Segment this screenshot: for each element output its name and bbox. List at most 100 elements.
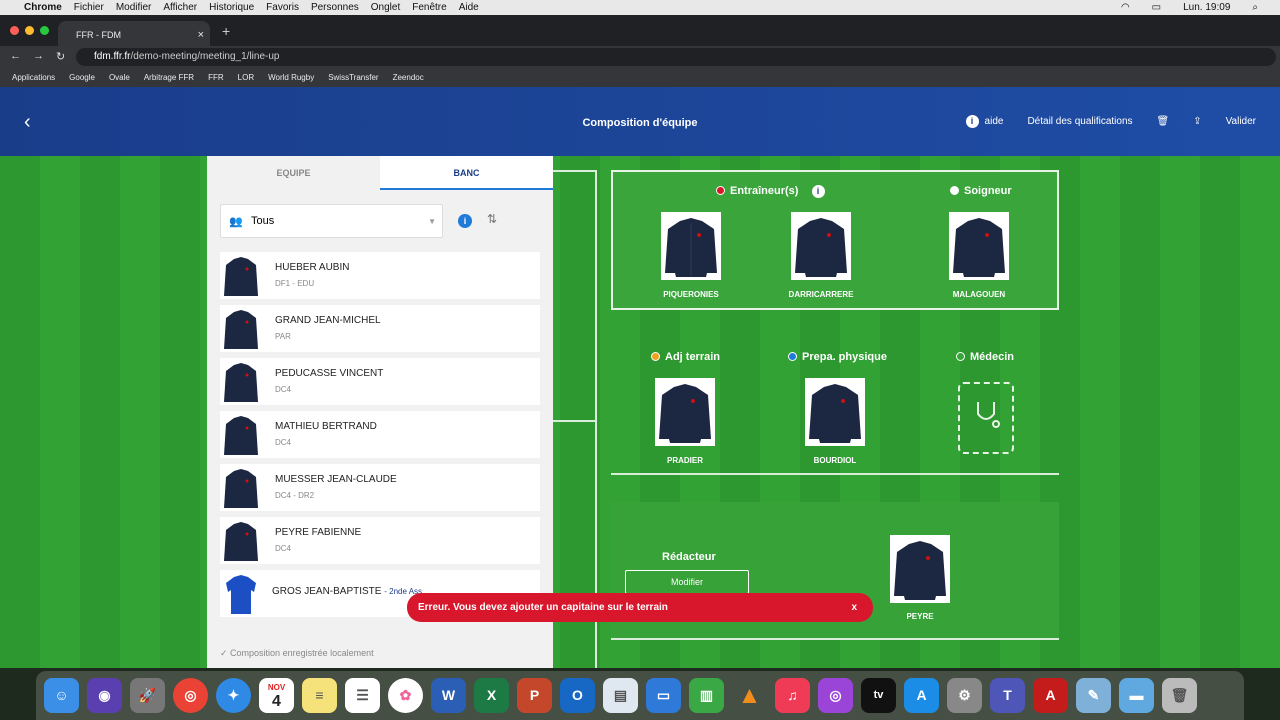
system-preferences-icon[interactable]: ⚙ xyxy=(947,678,982,713)
bookmark-swisstransfer[interactable]: SwissTransfer xyxy=(328,73,378,82)
url-path: /demo-meeting/meeting_1/line-up xyxy=(130,51,280,62)
status-dot xyxy=(950,186,959,195)
bookmark-world-rugby[interactable]: World Rugby xyxy=(268,73,314,82)
teams-icon[interactable]: T xyxy=(990,678,1025,713)
jacket-icon xyxy=(665,218,717,277)
clock[interactable]: Lun. 19:09 xyxy=(1183,2,1230,13)
staff-card-pradier[interactable] xyxy=(655,378,715,446)
menu-aide[interactable]: Aide xyxy=(459,2,479,13)
new-tab-button[interactable]: + xyxy=(222,23,230,39)
bookmark-applications[interactable]: Applications xyxy=(12,73,55,82)
modify-button[interactable]: Modifier xyxy=(625,570,749,594)
vlc-icon[interactable]: ▲ xyxy=(732,678,767,713)
tab-banc[interactable]: BANC xyxy=(380,156,553,190)
jacket-icon xyxy=(224,469,258,508)
battery-icon[interactable]: ▭ xyxy=(1152,2,1161,13)
menu-modifier[interactable]: Modifier xyxy=(116,2,152,13)
app-store-icon[interactable]: A xyxy=(904,678,939,713)
trash-bin-icon[interactable]: 🗑 xyxy=(1162,678,1197,713)
finder-icon[interactable]: ☺ xyxy=(44,678,79,713)
address-bar-row: ← → ↻ fdm.ffr.fr/demo-meeting/meeting_1/… xyxy=(0,46,1280,68)
staff-card-darricarrere[interactable] xyxy=(791,212,851,280)
list-item[interactable]: HUEBER AUBIN DF1 - EDU xyxy=(220,252,540,299)
field-line xyxy=(611,638,1059,640)
list-item[interactable]: MATHIEU BERTRAND DC4 xyxy=(220,411,540,458)
sort-icon[interactable]: ⇅ xyxy=(487,212,497,226)
validate-button[interactable]: Valider xyxy=(1226,116,1256,127)
launchpad-icon[interactable]: 🚀 xyxy=(130,678,165,713)
calendar-icon[interactable]: NOV 4 xyxy=(259,678,294,713)
bookmark-lor[interactable]: LOR xyxy=(238,73,254,82)
safari-icon[interactable]: ✦ xyxy=(216,678,251,713)
player-role: DC4 xyxy=(275,544,292,553)
powerpoint-icon[interactable]: P xyxy=(517,678,552,713)
list-item[interactable]: MUESSER JEAN-CLAUDE DC4 - DR2 xyxy=(220,464,540,511)
excel-icon[interactable]: X xyxy=(474,678,509,713)
close-toast-button[interactable]: x xyxy=(851,602,857,613)
menu-onglet[interactable]: Onglet xyxy=(371,2,400,13)
filter-select[interactable]: 👥 Tous ▼ xyxy=(220,204,443,238)
numbers-icon[interactable]: ▥ xyxy=(689,678,724,713)
maximize-window-button[interactable] xyxy=(40,26,49,35)
keynote-icon[interactable]: ▭ xyxy=(646,678,681,713)
close-window-button[interactable] xyxy=(10,26,19,35)
outlook-icon[interactable]: O xyxy=(560,678,595,713)
siri-icon[interactable]: ◉ xyxy=(87,678,122,713)
bookmark-ovale[interactable]: Ovale xyxy=(109,73,130,82)
apple-tv-icon[interactable]: tv xyxy=(861,678,896,713)
bookmark-arbitrage[interactable]: Arbitrage FFR xyxy=(144,73,194,82)
preview-icon[interactable]: ▤ xyxy=(603,678,638,713)
minimize-window-button[interactable] xyxy=(25,26,34,35)
staff-card-peyre[interactable] xyxy=(890,535,950,603)
menu-favoris[interactable]: Favoris xyxy=(266,2,299,13)
music-icon[interactable]: ♫ xyxy=(775,678,810,713)
close-tab-icon[interactable]: × xyxy=(198,29,204,41)
empty-slot-medecin[interactable] xyxy=(958,382,1014,454)
bookmark-google[interactable]: Google xyxy=(69,73,95,82)
staff-card-piqueronies[interactable] xyxy=(661,212,721,280)
player-panel: EQUIPE BANC 👥 Tous ▼ i ⇅ HUEBER AUBIN DF… xyxy=(207,156,553,668)
menu-app[interactable]: Chrome xyxy=(24,2,62,13)
notes-icon[interactable]: ≡ xyxy=(302,678,337,713)
menu-fenetre[interactable]: Fenêtre xyxy=(412,2,446,13)
jacket-icon xyxy=(224,257,258,296)
staff-card-bourdiol[interactable] xyxy=(805,378,865,446)
search-icon[interactable]: ⌕ xyxy=(1252,2,1258,13)
menu-afficher[interactable]: Afficher xyxy=(163,2,197,13)
info-icon[interactable]: i xyxy=(458,214,472,228)
info-icon[interactable]: i xyxy=(811,185,825,198)
list-item[interactable]: PEDUCASSE VINCENT DC4 xyxy=(220,358,540,405)
preview-photo-icon[interactable]: ✎ xyxy=(1076,678,1111,713)
bookmark-ffr[interactable]: FFR xyxy=(208,73,224,82)
trash-icon[interactable]: 🗑 xyxy=(1157,116,1170,127)
list-item[interactable]: PEYRE FABIENNE DC4 xyxy=(220,517,540,564)
menu-fichier[interactable]: Fichier xyxy=(74,2,104,13)
bookmark-zeendoc[interactable]: Zeendoc xyxy=(393,73,424,82)
filter-value: Tous xyxy=(251,215,275,227)
tab-equipe[interactable]: EQUIPE xyxy=(207,156,380,190)
qualifications-button[interactable]: Détail des qualifications xyxy=(1027,116,1132,127)
bookmarks-bar: Applications Google Ovale Arbitrage FFR … xyxy=(0,68,1280,87)
word-icon[interactable]: W xyxy=(431,678,466,713)
people-icon: 👥 xyxy=(229,216,243,228)
forward-arrow-icon[interactable]: → xyxy=(33,50,44,63)
wifi-icon[interactable]: ◠ xyxy=(1121,2,1130,13)
downloads-folder-icon[interactable]: ▬ xyxy=(1119,678,1154,713)
back-arrow-icon[interactable]: ← xyxy=(10,50,21,63)
browser-tab[interactable]: FFR - FDM × xyxy=(58,21,210,46)
player-role: DF1 - EDU xyxy=(275,279,315,288)
acrobat-icon[interactable]: A xyxy=(1033,678,1068,713)
chrome-icon[interactable]: ◎ xyxy=(173,678,208,713)
panel-tabs: EQUIPE BANC xyxy=(207,156,553,190)
menu-historique[interactable]: Historique xyxy=(209,2,254,13)
reminders-icon[interactable]: ☰ xyxy=(345,678,380,713)
reload-icon[interactable]: ↻ xyxy=(56,50,65,63)
list-item[interactable]: GRAND JEAN-MICHEL PAR xyxy=(220,305,540,352)
photos-icon[interactable]: ✿ xyxy=(388,678,423,713)
podcasts-icon[interactable]: ◎ xyxy=(818,678,853,713)
menu-personnes[interactable]: Personnes xyxy=(311,2,359,13)
share-icon[interactable]: ⇪ xyxy=(1193,116,1201,127)
staff-card-malagouen[interactable] xyxy=(949,212,1009,280)
help-button[interactable]: i aide xyxy=(965,115,1003,128)
url-field[interactable]: fdm.ffr.fr/demo-meeting/meeting_1/line-u… xyxy=(76,48,1276,66)
